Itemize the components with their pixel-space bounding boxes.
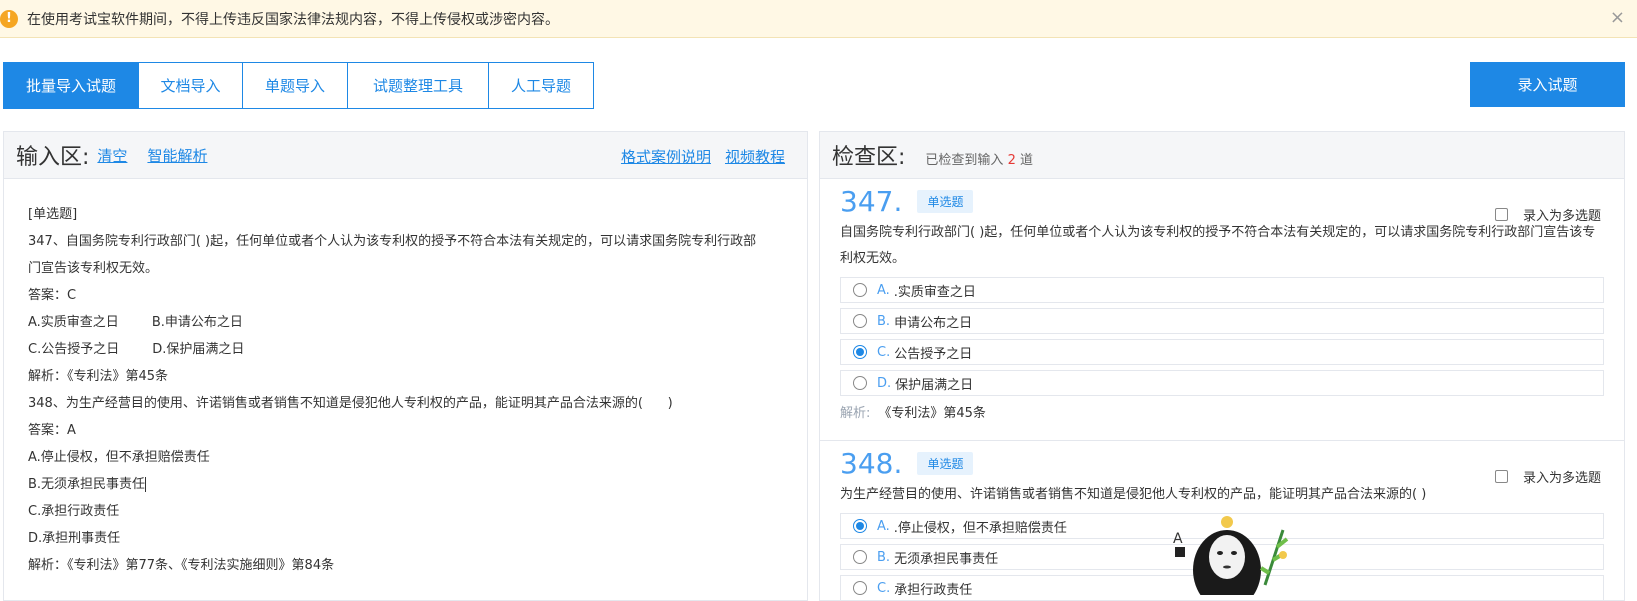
multi-choice-checkbox[interactable]: 录入为多选题 xyxy=(1494,205,1601,224)
check-panel-header: 检查区: 已检查到输入 2 道 xyxy=(820,132,1624,179)
option-row[interactable]: D. 保护届满之日 xyxy=(840,370,1604,396)
radio-selected-icon[interactable] xyxy=(853,345,867,359)
radio-icon[interactable] xyxy=(853,581,867,595)
tab-document-import[interactable]: 文档导入 xyxy=(139,63,243,108)
question-number: 347. xyxy=(840,185,903,218)
radio-icon[interactable] xyxy=(853,550,867,564)
tab-manual-import[interactable]: 人工导题 xyxy=(489,63,593,108)
import-tabs: 批量导入试题 文档导入 单题导入 试题整理工具 人工导题 xyxy=(3,62,594,109)
multi-choice-checkbox[interactable]: 录入为多选题 xyxy=(1494,467,1601,486)
tab-batch-import[interactable]: 批量导入试题 xyxy=(4,63,139,108)
question-input-textarea[interactable]: [单选题] 347、自国务院专利行政部门( )起，任何单位或者个人认为该专利权的… xyxy=(4,179,807,601)
input-line: 解析：《专利法》第77条、《专利法实施细则》第84条 xyxy=(28,558,335,573)
warning-icon: ! xyxy=(0,9,18,28)
input-line: C.承担行政责任 xyxy=(28,504,120,519)
input-line: 答案：C xyxy=(28,288,77,303)
tab-single-import[interactable]: 单题导入 xyxy=(243,63,348,108)
question-stem: 自国务院专利行政部门( )起，任何单位或者个人认为该专利权的授予不符合本法有关规… xyxy=(840,225,1596,266)
input-line: C.公告授予之日 D.保护届满之日 xyxy=(28,342,245,357)
input-panel-title: 输入区: xyxy=(16,145,90,170)
close-icon[interactable]: × xyxy=(1610,7,1625,28)
question-stem: 为生产经营目的使用、许诺销售或者销售不知道是侵犯他人专利权的产品，能证明其产品合… xyxy=(840,487,1427,502)
question-type-badge: 单选题 xyxy=(917,190,974,213)
input-line: A.实质审查之日 B.申请公布之日 xyxy=(28,315,243,330)
enter-questions-button[interactable]: 录入试题 xyxy=(1470,62,1625,107)
format-help-link[interactable]: 格式案例说明 xyxy=(621,146,711,167)
question-card: 347. 单选题 录入为多选题 自国务院专利行政部门( )起，任何单位或者个人认… xyxy=(820,179,1624,440)
input-line: 门宣告该专利权无效。 xyxy=(28,261,159,276)
radio-icon[interactable] xyxy=(853,376,867,390)
input-line: D.承担刑事责任 xyxy=(28,531,121,546)
tab-organize-tool[interactable]: 试题整理工具 xyxy=(348,63,489,108)
input-panel: 输入区: 清空 智能解析 格式案例说明 视频教程 [单选题] 347、自国务院专… xyxy=(3,131,808,601)
clear-link[interactable]: 清空 xyxy=(97,145,127,166)
notice-bar: ! 在使用考试宝软件期间，不得上传违反国家法律法规内容，不得上传侵权或涉密内容。… xyxy=(0,0,1637,38)
input-line: A.停止侵权，但不承担赔偿责任 xyxy=(28,450,210,465)
input-line: B.无须承担民事责任 xyxy=(28,471,783,498)
checked-count-text: 已检查到输入 2 道 xyxy=(925,152,1034,168)
question-number: 348. xyxy=(840,447,903,480)
input-line: 答案：A xyxy=(28,423,76,438)
radio-icon[interactable] xyxy=(853,314,867,328)
no-face-mascot-icon: A xyxy=(1173,516,1289,595)
option-row[interactable]: B. 申请公布之日 xyxy=(840,308,1604,334)
radio-selected-icon[interactable] xyxy=(853,519,867,533)
checkbox-icon[interactable] xyxy=(1494,470,1508,483)
input-line: 348、为生产经营目的使用、许诺销售或者销售不知道是侵犯他人专利权的产品，能证明… xyxy=(28,396,673,411)
video-tutorial-link[interactable]: 视频教程 xyxy=(725,146,785,167)
check-panel-title: 检查区: xyxy=(832,145,906,170)
question-analysis: 解析: 《专利法》第45条 xyxy=(840,406,986,421)
option-row[interactable]: A. .实质审查之日 xyxy=(840,277,1604,303)
text-caret: B.无须承担民事责任 xyxy=(28,477,147,492)
notice-text: 在使用考试宝软件期间，不得上传违反国家法律法规内容，不得上传侵权或涉密内容。 xyxy=(27,11,559,28)
input-line: 347、自国务院专利行政部门( )起，任何单位或者个人认为该专利权的授予不符合本… xyxy=(28,234,757,249)
input-line: 解析：《专利法》第45条 xyxy=(28,369,169,384)
option-row[interactable]: C. 公告授予之日 xyxy=(840,339,1604,365)
svg-text:A: A xyxy=(1173,531,1183,547)
checkbox-icon[interactable] xyxy=(1494,208,1508,221)
radio-icon[interactable] xyxy=(853,283,867,297)
question-type-badge: 单选题 xyxy=(917,452,974,475)
smart-parse-link[interactable]: 智能解析 xyxy=(147,145,207,166)
input-line: [单选题] xyxy=(28,207,78,222)
input-panel-header: 输入区: 清空 智能解析 格式案例说明 视频教程 xyxy=(4,132,807,179)
